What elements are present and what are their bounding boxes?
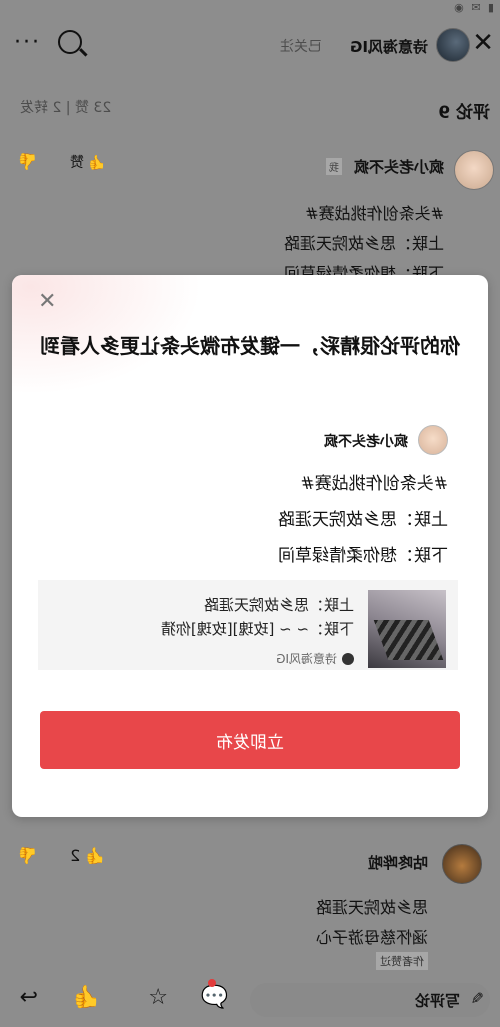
status-bar: ▮ ✉ ◉	[0, 0, 500, 16]
like-label: 赞	[70, 155, 84, 171]
back-icon[interactable]: ✕	[472, 28, 494, 58]
more-icon[interactable]: ···	[12, 30, 39, 55]
follow-status[interactable]: 已关注	[280, 36, 322, 56]
bottom-bar: ✎ 写评论 💬 ☆ 👍 ↪	[0, 965, 500, 1027]
comment-author[interactable]: 疯小老头不疯	[354, 156, 444, 177]
write-comment-label: 写评论	[414, 992, 460, 1010]
author-tag: 我	[326, 158, 342, 175]
quote-line: 下联：~ ~ [玫瑰][玫瑰]你猜	[160, 620, 354, 638]
quote-thumbnail	[368, 590, 446, 668]
comment-line: 思乡故院天涯路	[315, 898, 428, 917]
quote-author-name: 诗意海风IG	[276, 652, 337, 666]
comment-line: 涵怀慈母游子心	[315, 928, 428, 947]
like-button[interactable]: 👍 赞	[70, 152, 106, 172]
comments-title: 评论 9	[438, 103, 490, 123]
quote-line: 上联：思乡故院天涯路	[203, 596, 354, 614]
publish-dialog: ✕ 你的评论很精彩，一键发布微头条让更多人看到 疯小老头不疯 #头条创作挑战赛#…	[12, 275, 488, 817]
like-count: 2	[70, 846, 81, 865]
avatar[interactable]	[442, 844, 482, 884]
comment-author[interactable]: 咕咚哗啦	[368, 852, 428, 873]
account-avatar[interactable]	[436, 28, 470, 62]
publish-button[interactable]: 立即发布	[40, 711, 460, 769]
pen-icon: ✎	[470, 989, 484, 1008]
publish-label: 立即发布	[216, 732, 284, 753]
avatar[interactable]	[454, 150, 494, 190]
thumbs-down-icon[interactable]: 👎	[18, 152, 38, 171]
like-button[interactable]: 👍 2	[70, 846, 105, 865]
quote-author: 诗意海风IG	[276, 650, 354, 667]
thumbs-up-icon: 👍	[85, 846, 106, 865]
preview-line: #头条创作挑战赛#	[300, 474, 449, 494]
author-icon	[342, 653, 354, 665]
status-icons: ▮ ✉ ◉	[452, 1, 494, 14]
share-icon[interactable]: ↪	[20, 985, 38, 1010]
preview-line: 上联：思乡故院天涯路	[278, 510, 448, 530]
preview-line: 下联：想你柔情绿草间	[278, 546, 448, 566]
thumbs-down-icon[interactable]: 👎	[18, 846, 38, 865]
thumbs-up-icon: 👍	[88, 155, 106, 171]
comment-line: 上联：思乡故院天涯路	[283, 234, 444, 253]
account-name[interactable]: 诗意海风IG	[350, 36, 428, 57]
dialog-title: 你的评论很精彩，一键发布微头条让更多人看到	[40, 334, 460, 358]
comment-badge	[208, 979, 216, 987]
close-icon[interactable]: ✕	[38, 289, 56, 314]
mirrored-screen: ▮ ✉ ◉ ✕ 诗意海风IG 已关注 ··· 评论 9 23 赞 | 2 转发 …	[0, 0, 500, 1027]
quote-card: 上联：思乡故院天涯路 下联：~ ~ [玫瑰][玫瑰]你猜 诗意海风IG	[38, 580, 458, 670]
comment-line: #头条创作挑战赛#	[305, 204, 444, 223]
like-icon[interactable]: 👍	[73, 985, 100, 1010]
avatar	[418, 425, 448, 455]
header: ✕ 诗意海风IG 已关注 ···	[0, 18, 500, 70]
search-icon[interactable]	[58, 30, 82, 54]
comments-stats: 23 赞 | 2 转发	[20, 100, 112, 116]
preview-author: 疯小老头不疯	[324, 434, 408, 450]
comment-icon[interactable]: 💬	[201, 985, 228, 1010]
star-icon[interactable]: ☆	[148, 985, 168, 1010]
